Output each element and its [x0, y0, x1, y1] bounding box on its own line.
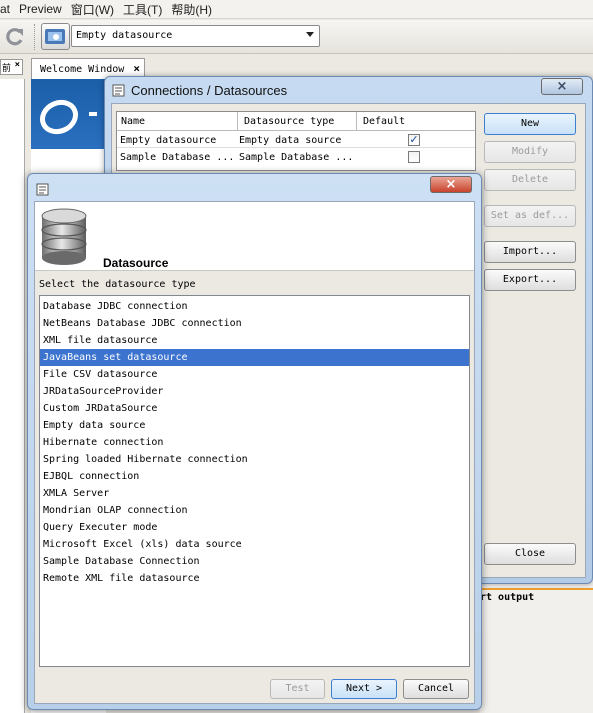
side-panel-tab[interactable]: 前 × — [0, 59, 23, 75]
list-item[interactable]: JRDataSourceProvider — [40, 383, 469, 400]
close-icon[interactable]: × — [430, 176, 472, 193]
wizard-header: Datasource — [35, 202, 474, 271]
table-header: Name Datasource type Default — [117, 112, 475, 131]
list-item[interactable]: Sample Database Connection — [40, 553, 469, 570]
menu-bar: at Preview 窗口(W) 工具(T) 帮助(H) — [0, 0, 593, 19]
ireport-icon — [36, 183, 49, 196]
list-item[interactable]: Database JDBC connection — [40, 298, 469, 315]
close-button[interactable]: Close — [484, 543, 576, 565]
list-item[interactable]: Query Executer mode — [40, 519, 469, 536]
export-button[interactable]: Export... — [484, 269, 576, 291]
menu-window[interactable]: 窗口(W) — [71, 1, 114, 18]
datasource-icon — [45, 29, 65, 44]
datasource-type-list[interactable]: Database JDBC connection NetBeans Databas… — [39, 295, 470, 667]
connections-table: Name Datasource type Default Empty datas… — [116, 111, 476, 171]
list-item[interactable]: Spring loaded Hibernate connection — [40, 451, 469, 468]
import-button[interactable]: Import... — [484, 241, 576, 263]
brand-logo — [39, 99, 97, 135]
datasource-select[interactable]: Empty datasource — [71, 25, 320, 47]
menu-tools[interactable]: 工具(T) — [123, 1, 162, 18]
list-item[interactable]: Remote XML file datasource — [40, 570, 469, 587]
datasource-icon-button[interactable] — [41, 23, 70, 50]
output-label: rt output — [480, 592, 535, 603]
column-header-default[interactable]: Default — [363, 116, 405, 127]
output-area: rt output — [480, 584, 593, 713]
menu-help[interactable]: 帮助(H) — [171, 1, 212, 18]
list-item[interactable]: XML file datasource — [40, 332, 469, 349]
left-panel — [0, 79, 25, 713]
delete-button[interactable]: Delete — [484, 169, 576, 191]
chevron-down-icon — [306, 32, 314, 37]
toolbar: Empty datasource — [0, 20, 593, 54]
close-icon[interactable]: × — [133, 62, 140, 75]
list-item[interactable]: Mondrian OLAP connection — [40, 502, 469, 519]
datasource-select-value: Empty datasource — [76, 30, 173, 41]
tab-welcome-label: Welcome Window — [40, 64, 125, 75]
database-icon — [41, 208, 87, 265]
datasource-dialog-body: Datasource Select the datasource type Da… — [34, 201, 475, 704]
default-checkbox[interactable]: ✓ — [408, 134, 420, 146]
list-item[interactable]: NetBeans Database JDBC connection — [40, 315, 469, 332]
cancel-button[interactable]: Cancel — [403, 679, 469, 699]
datasource-type-items: Database JDBC connection NetBeans Databas… — [40, 298, 469, 587]
close-icon[interactable]: × — [15, 60, 20, 70]
menu-preview[interactable]: Preview — [19, 2, 62, 16]
list-item[interactable]: Microsoft Excel (xls) data source — [40, 536, 469, 553]
menu-format[interactable]: at — [0, 2, 10, 16]
close-icon[interactable]: × — [541, 78, 583, 95]
default-checkbox[interactable] — [408, 151, 420, 163]
list-item[interactable]: Custom JRDataSource — [40, 400, 469, 417]
connections-dialog-title: Connections / Datasources — [131, 83, 288, 98]
datasource-dialog: × Datasource Select the datasource type … — [27, 173, 482, 710]
list-item[interactable]: Hibernate connection — [40, 434, 469, 451]
list-item[interactable]: JavaBeans set datasource — [40, 349, 469, 366]
ireport-icon — [112, 84, 125, 97]
test-button[interactable]: Test — [270, 679, 325, 699]
modify-button[interactable]: Modify — [484, 141, 576, 163]
column-header-name[interactable]: Name — [121, 116, 145, 127]
list-item[interactable]: Empty data source — [40, 417, 469, 434]
new-button[interactable]: New — [484, 113, 576, 135]
row-type: Sample Database ... — [239, 152, 354, 163]
table-row[interactable]: Sample Database ... Sample Database ... — [117, 149, 475, 165]
list-item[interactable]: XMLA Server — [40, 485, 469, 502]
set-default-button[interactable]: Set as def... — [484, 205, 576, 227]
side-panel-tab-label: 前 — [2, 64, 12, 74]
row-name: Empty datasource — [120, 135, 217, 146]
row-type: Empty data source — [239, 135, 342, 146]
refresh-icon[interactable] — [4, 26, 26, 48]
select-type-prompt: Select the datasource type — [39, 279, 196, 290]
welcome-banner — [31, 79, 106, 149]
row-name: Sample Database ... — [120, 152, 235, 163]
wizard-heading: Datasource — [103, 256, 169, 270]
list-item[interactable]: EJBQL connection — [40, 468, 469, 485]
list-item[interactable]: File CSV datasource — [40, 366, 469, 383]
column-header-type[interactable]: Datasource type — [244, 116, 334, 127]
table-row[interactable]: Empty datasource Empty data source ✓ — [117, 132, 475, 148]
next-button[interactable]: Next > — [331, 679, 397, 699]
